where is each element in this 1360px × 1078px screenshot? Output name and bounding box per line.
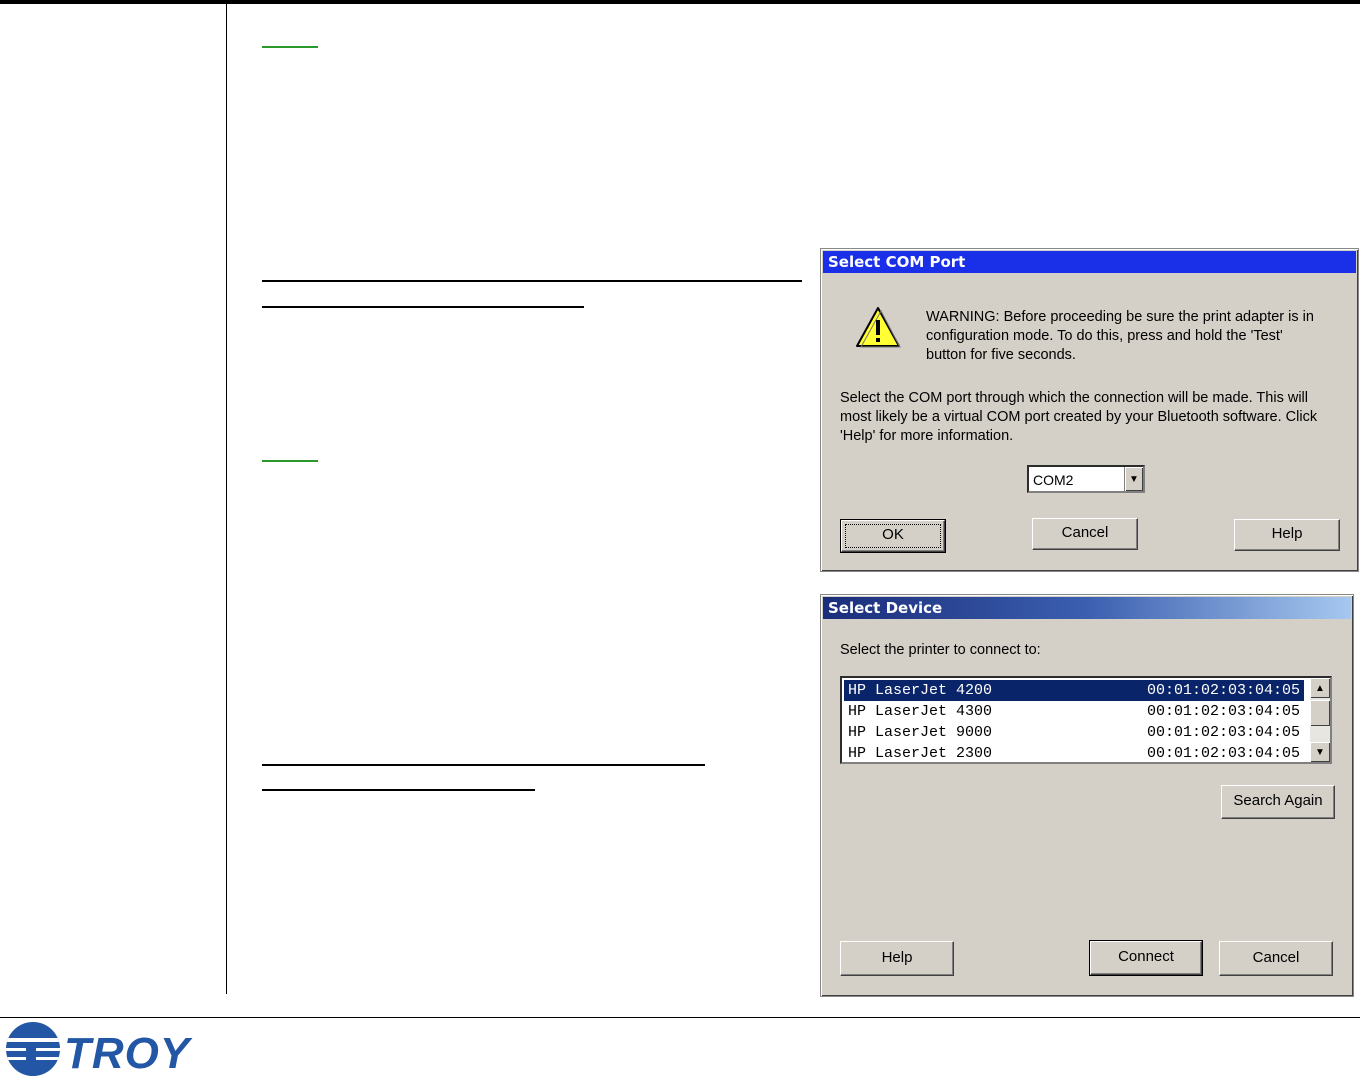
focus-rect bbox=[845, 524, 941, 548]
scroll-thumb[interactable] bbox=[1310, 700, 1330, 726]
margin-rule bbox=[226, 4, 227, 994]
heading-underline-2a bbox=[262, 764, 705, 766]
dialog-title: Select COM Port bbox=[828, 253, 966, 271]
connect-button[interactable]: Connect bbox=[1089, 940, 1203, 976]
device-name: HP LaserJet 4200 bbox=[848, 682, 993, 699]
scroll-down-icon[interactable]: ▼ bbox=[1310, 742, 1330, 762]
heading-underline-1a bbox=[262, 280, 802, 282]
cancel-button-label: Cancel bbox=[1061, 524, 1109, 541]
cancel-button[interactable]: Cancel bbox=[1219, 941, 1333, 976]
warning-line-2: configuration mode. To do this, press an… bbox=[926, 328, 1283, 344]
connect-button-label: Connect bbox=[1118, 948, 1174, 965]
list-item[interactable]: HP LaserJet 4200 00:01:02:03:04:05 bbox=[844, 680, 1304, 701]
warning-icon bbox=[856, 307, 901, 348]
device-name: HP LaserJet 4300 bbox=[848, 703, 993, 720]
cancel-button[interactable]: Cancel bbox=[1032, 518, 1138, 550]
warning-line-3: button for five seconds. bbox=[926, 347, 1076, 363]
top-rule bbox=[0, 0, 1360, 4]
instruction-text: Select the COM port through which the co… bbox=[840, 389, 1355, 446]
note-underline-1 bbox=[262, 46, 318, 48]
device-prompt: Select the printer to connect to: bbox=[840, 642, 1041, 658]
device-name: HP LaserJet 2300 bbox=[848, 745, 993, 762]
instruction-line-1: Select the COM port through which the co… bbox=[840, 390, 1308, 406]
list-item[interactable]: HP LaserJet 4300 00:01:02:03:04:05 bbox=[844, 701, 1304, 722]
note-underline-2 bbox=[262, 460, 318, 462]
help-button[interactable]: Help bbox=[1234, 519, 1340, 551]
troy-logo: TROY bbox=[64, 1029, 191, 1078]
dialog-titlebar: Select Device bbox=[823, 597, 1351, 619]
heading-underline-2b bbox=[262, 789, 535, 791]
help-button-label: Help bbox=[881, 949, 913, 966]
footer-rule bbox=[0, 1017, 1360, 1018]
chevron-down-icon[interactable]: ▼ bbox=[1124, 467, 1143, 491]
troy-logo-icon bbox=[6, 1022, 60, 1076]
select-com-port-dialog: Select COM Port WARNING: Before proceedi… bbox=[820, 248, 1359, 572]
list-scrollbar[interactable]: ▲ ▼ bbox=[1310, 678, 1330, 762]
device-address: 00:01:02:03:04:05 bbox=[1146, 682, 1300, 699]
ok-button[interactable]: OK bbox=[840, 519, 946, 553]
dialog-titlebar: Select COM Port bbox=[823, 251, 1356, 273]
instruction-line-2: most likely be a virtual COM port create… bbox=[840, 409, 1318, 425]
select-device-dialog: Select Device Select the printer to conn… bbox=[820, 594, 1354, 997]
help-button-label: Help bbox=[1271, 525, 1303, 542]
warning-text: WARNING: Before proceeding be sure the p… bbox=[926, 308, 1356, 365]
device-address: 00:01:02:03:04:05 bbox=[1146, 724, 1300, 741]
com-port-value: COM2 bbox=[1033, 472, 1074, 488]
device-name: HP LaserJet 9000 bbox=[848, 724, 993, 741]
scroll-up-icon[interactable]: ▲ bbox=[1310, 678, 1330, 698]
heading-underline-1b bbox=[262, 306, 584, 308]
device-address: 00:01:02:03:04:05 bbox=[1146, 703, 1300, 720]
device-address: 00:01:02:03:04:05 bbox=[1146, 745, 1300, 762]
list-item[interactable]: HP LaserJet 2300 00:01:02:03:04:05 bbox=[844, 743, 1304, 762]
device-list[interactable]: HP LaserJet 4200 00:01:02:03:04:05 HP La… bbox=[840, 676, 1332, 764]
search-again-button[interactable]: Search Again bbox=[1221, 785, 1335, 819]
list-item[interactable]: HP LaserJet 9000 00:01:02:03:04:05 bbox=[844, 722, 1304, 743]
warning-line-1: WARNING: Before proceeding be sure the p… bbox=[926, 309, 1314, 325]
dialog-title: Select Device bbox=[828, 599, 943, 617]
com-port-select[interactable]: COM2 ▼ bbox=[1027, 465, 1145, 493]
instruction-line-3: 'Help' for more information. bbox=[840, 428, 1014, 444]
cancel-button-label: Cancel bbox=[1252, 949, 1300, 966]
help-button[interactable]: Help bbox=[840, 941, 954, 976]
search-again-label: Search Again bbox=[1233, 792, 1323, 809]
